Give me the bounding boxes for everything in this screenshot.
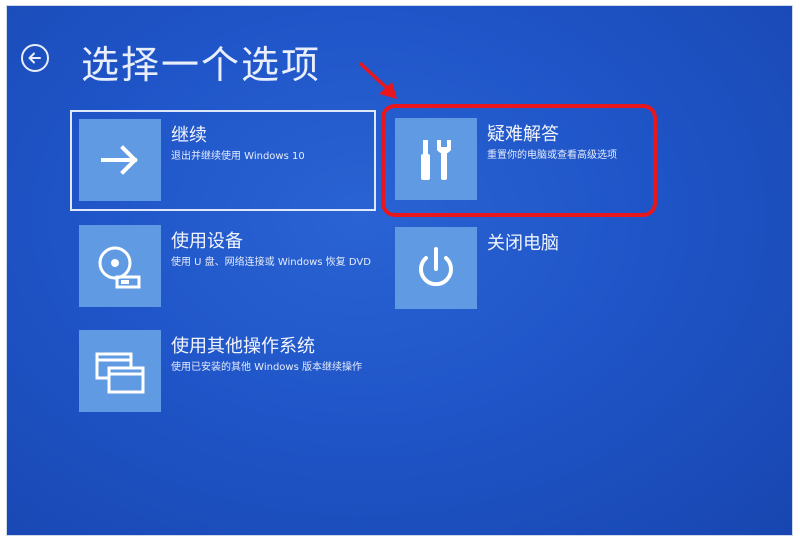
shutdown-title: 关闭电脑 [487,233,559,254]
use-device-tile[interactable]: 使用设备 使用 U 盘、网络连接或 Windows 恢复 DVD [79,225,371,309]
continue-tile[interactable]: 继续 退出并继续使用 Windows 10 [79,119,369,203]
other-os-desc: 使用已安装的其他 Windows 版本继续操作 [171,362,362,373]
continue-desc: 退出并继续使用 Windows 10 [171,151,305,162]
arrow-right-icon [101,145,138,175]
continue-icon-box [79,119,161,201]
red-highlight-box [381,104,657,217]
continue-title: 继续 [171,125,207,146]
other-os-title: 使用其他操作系统 [171,336,315,357]
other-os-icon-box [79,330,161,412]
shutdown-icon-box [395,227,477,309]
recovery-screen: 选择一个选项 继续 退出并继续使用 Windows 10 疑难解答 重置你的电脑… [6,5,793,536]
back-arrow-icon [28,52,41,64]
page-title: 选择一个选项 [81,43,322,87]
windows-stack-icon [95,352,145,394]
back-button[interactable] [21,44,49,72]
red-arrow-icon [359,62,397,99]
use-device-title: 使用设备 [171,231,243,252]
other-os-tile[interactable]: 使用其他操作系统 使用已安装的其他 Windows 版本继续操作 [79,330,369,414]
power-icon [419,247,453,287]
shutdown-tile[interactable]: 关闭电脑 [395,227,645,311]
use-device-icon-box [79,225,161,307]
use-device-desc: 使用 U 盘、网络连接或 Windows 恢复 DVD [171,257,371,268]
disc-drive-icon [98,246,141,289]
